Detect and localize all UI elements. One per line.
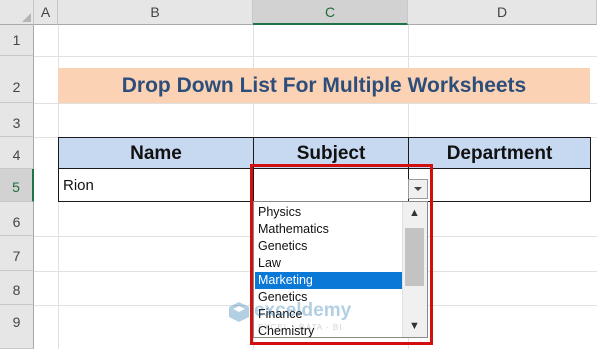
column-header-b[interactable]: B [58, 0, 253, 25]
column-header-c[interactable]: C [253, 0, 408, 25]
column-header-d[interactable]: D [408, 0, 597, 25]
column-header-a[interactable]: A [34, 0, 58, 25]
row-header-2[interactable]: 2 [0, 56, 34, 103]
row-header-3[interactable]: 3 [0, 103, 34, 137]
cell-name[interactable]: Rion [58, 168, 254, 202]
row-header-6[interactable]: 6 [0, 202, 34, 236]
row-header-9[interactable]: 9 [0, 305, 34, 349]
sheet-title[interactable]: Drop Down List For Multiple Worksheets [58, 68, 590, 103]
gridline [34, 103, 597, 104]
row-header-1[interactable]: 1 [0, 25, 34, 56]
row-header-4[interactable]: 4 [0, 137, 34, 169]
gridline [34, 56, 597, 57]
cell-department[interactable] [408, 168, 591, 202]
row-header-8[interactable]: 8 [0, 271, 34, 305]
select-all-icon [22, 13, 31, 22]
header-department[interactable]: Department [408, 137, 591, 169]
highlight-outline [250, 164, 433, 345]
header-name[interactable]: Name [58, 137, 254, 169]
row-header-5[interactable]: 5 [0, 169, 34, 202]
row-header-7[interactable]: 7 [0, 236, 34, 271]
